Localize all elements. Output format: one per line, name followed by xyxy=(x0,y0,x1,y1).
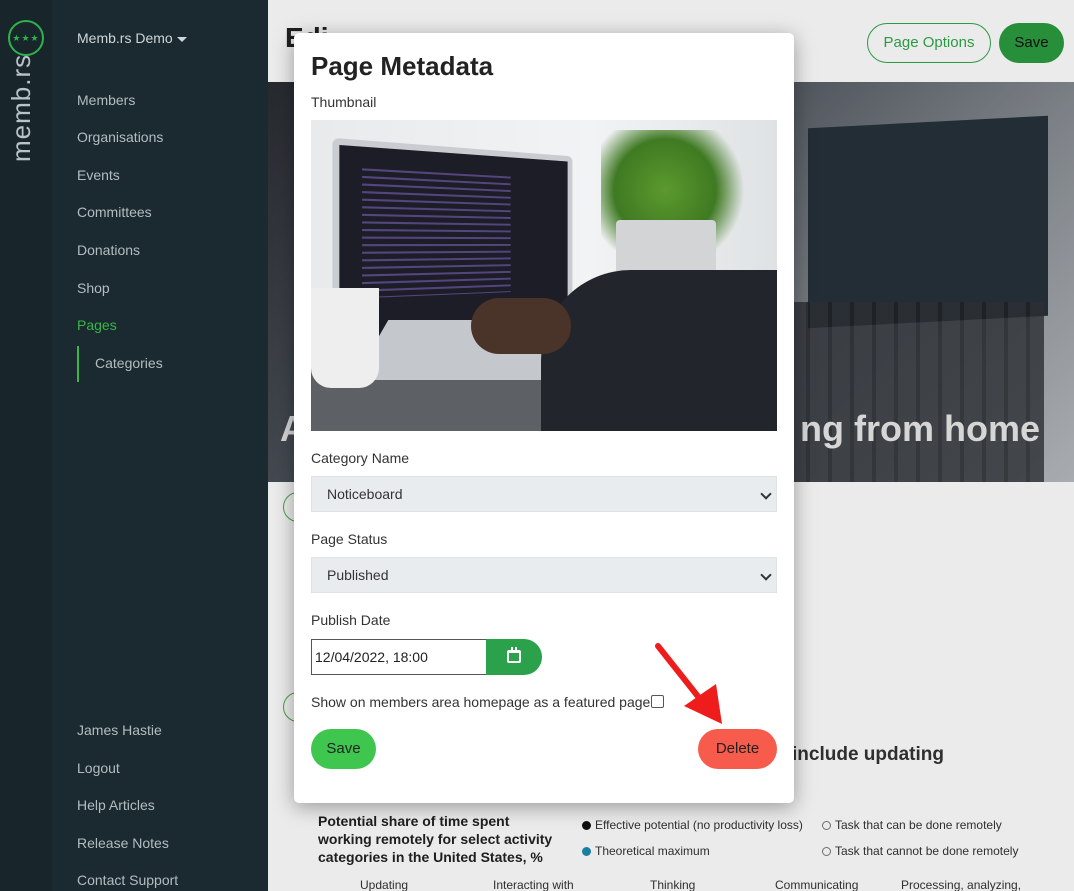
modal-save-button[interactable]: Save xyxy=(311,729,376,769)
thumb-hand xyxy=(471,298,571,354)
status-select[interactable]: Published xyxy=(311,557,777,593)
calendar-icon xyxy=(507,647,521,663)
publish-date-label: Publish Date xyxy=(311,612,391,628)
sidebar-item-members[interactable]: Members xyxy=(77,92,135,108)
category-select[interactable]: Noticeboard xyxy=(311,476,777,512)
featured-label: Show on members area homepage as a featu… xyxy=(311,694,659,710)
help-articles-link[interactable]: Help Articles xyxy=(77,797,155,813)
release-notes-link[interactable]: Release Notes xyxy=(77,835,169,851)
contact-support-link[interactable]: Contact Support xyxy=(77,872,178,888)
modal-title: Page Metadata xyxy=(311,51,494,81)
thumbnail-label: Thumbnail xyxy=(311,94,377,110)
sidebar-item-committees[interactable]: Committees xyxy=(77,204,152,220)
brand-rail: ★★★ memb.rs xyxy=(0,0,52,891)
sidebar-item-donations[interactable]: Donations xyxy=(77,242,140,258)
sidebar: Memb.rs Demo Members Organisations Event… xyxy=(52,0,268,891)
user-name-link[interactable]: James Hastie xyxy=(77,722,162,738)
thumbnail-image[interactable] xyxy=(311,120,777,431)
org-switcher[interactable]: Memb.rs Demo xyxy=(77,30,187,46)
calendar-button[interactable] xyxy=(486,639,542,675)
brand-name: memb.rs xyxy=(6,53,36,162)
sidebar-item-categories[interactable]: Categories xyxy=(95,355,163,371)
org-name: Memb.rs Demo xyxy=(77,30,173,46)
delete-button[interactable]: Delete xyxy=(698,729,777,769)
sidebar-item-organisations[interactable]: Organisations xyxy=(77,129,163,145)
chevron-down-icon xyxy=(760,488,772,500)
category-label: Category Name xyxy=(311,450,410,466)
thumb-arm xyxy=(541,270,777,431)
status-label: Page Status xyxy=(311,531,388,547)
publish-date-input[interactable]: 12/04/2022, 18:00 xyxy=(311,639,487,675)
submenu-indicator xyxy=(77,346,79,382)
sidebar-item-events[interactable]: Events xyxy=(77,167,120,183)
logo-icon[interactable]: ★★★ xyxy=(8,20,44,56)
sidebar-item-shop[interactable]: Shop xyxy=(77,280,110,296)
sidebar-item-pages[interactable]: Pages xyxy=(77,317,117,333)
thumb-mug xyxy=(311,288,379,388)
status-value: Published xyxy=(327,567,389,583)
annotation-arrow-icon xyxy=(655,643,722,724)
chevron-down-icon xyxy=(760,569,772,581)
thumb-code xyxy=(362,168,511,299)
caret-down-icon xyxy=(176,36,187,42)
category-value: Noticeboard xyxy=(327,486,403,502)
logout-link[interactable]: Logout xyxy=(77,760,120,776)
